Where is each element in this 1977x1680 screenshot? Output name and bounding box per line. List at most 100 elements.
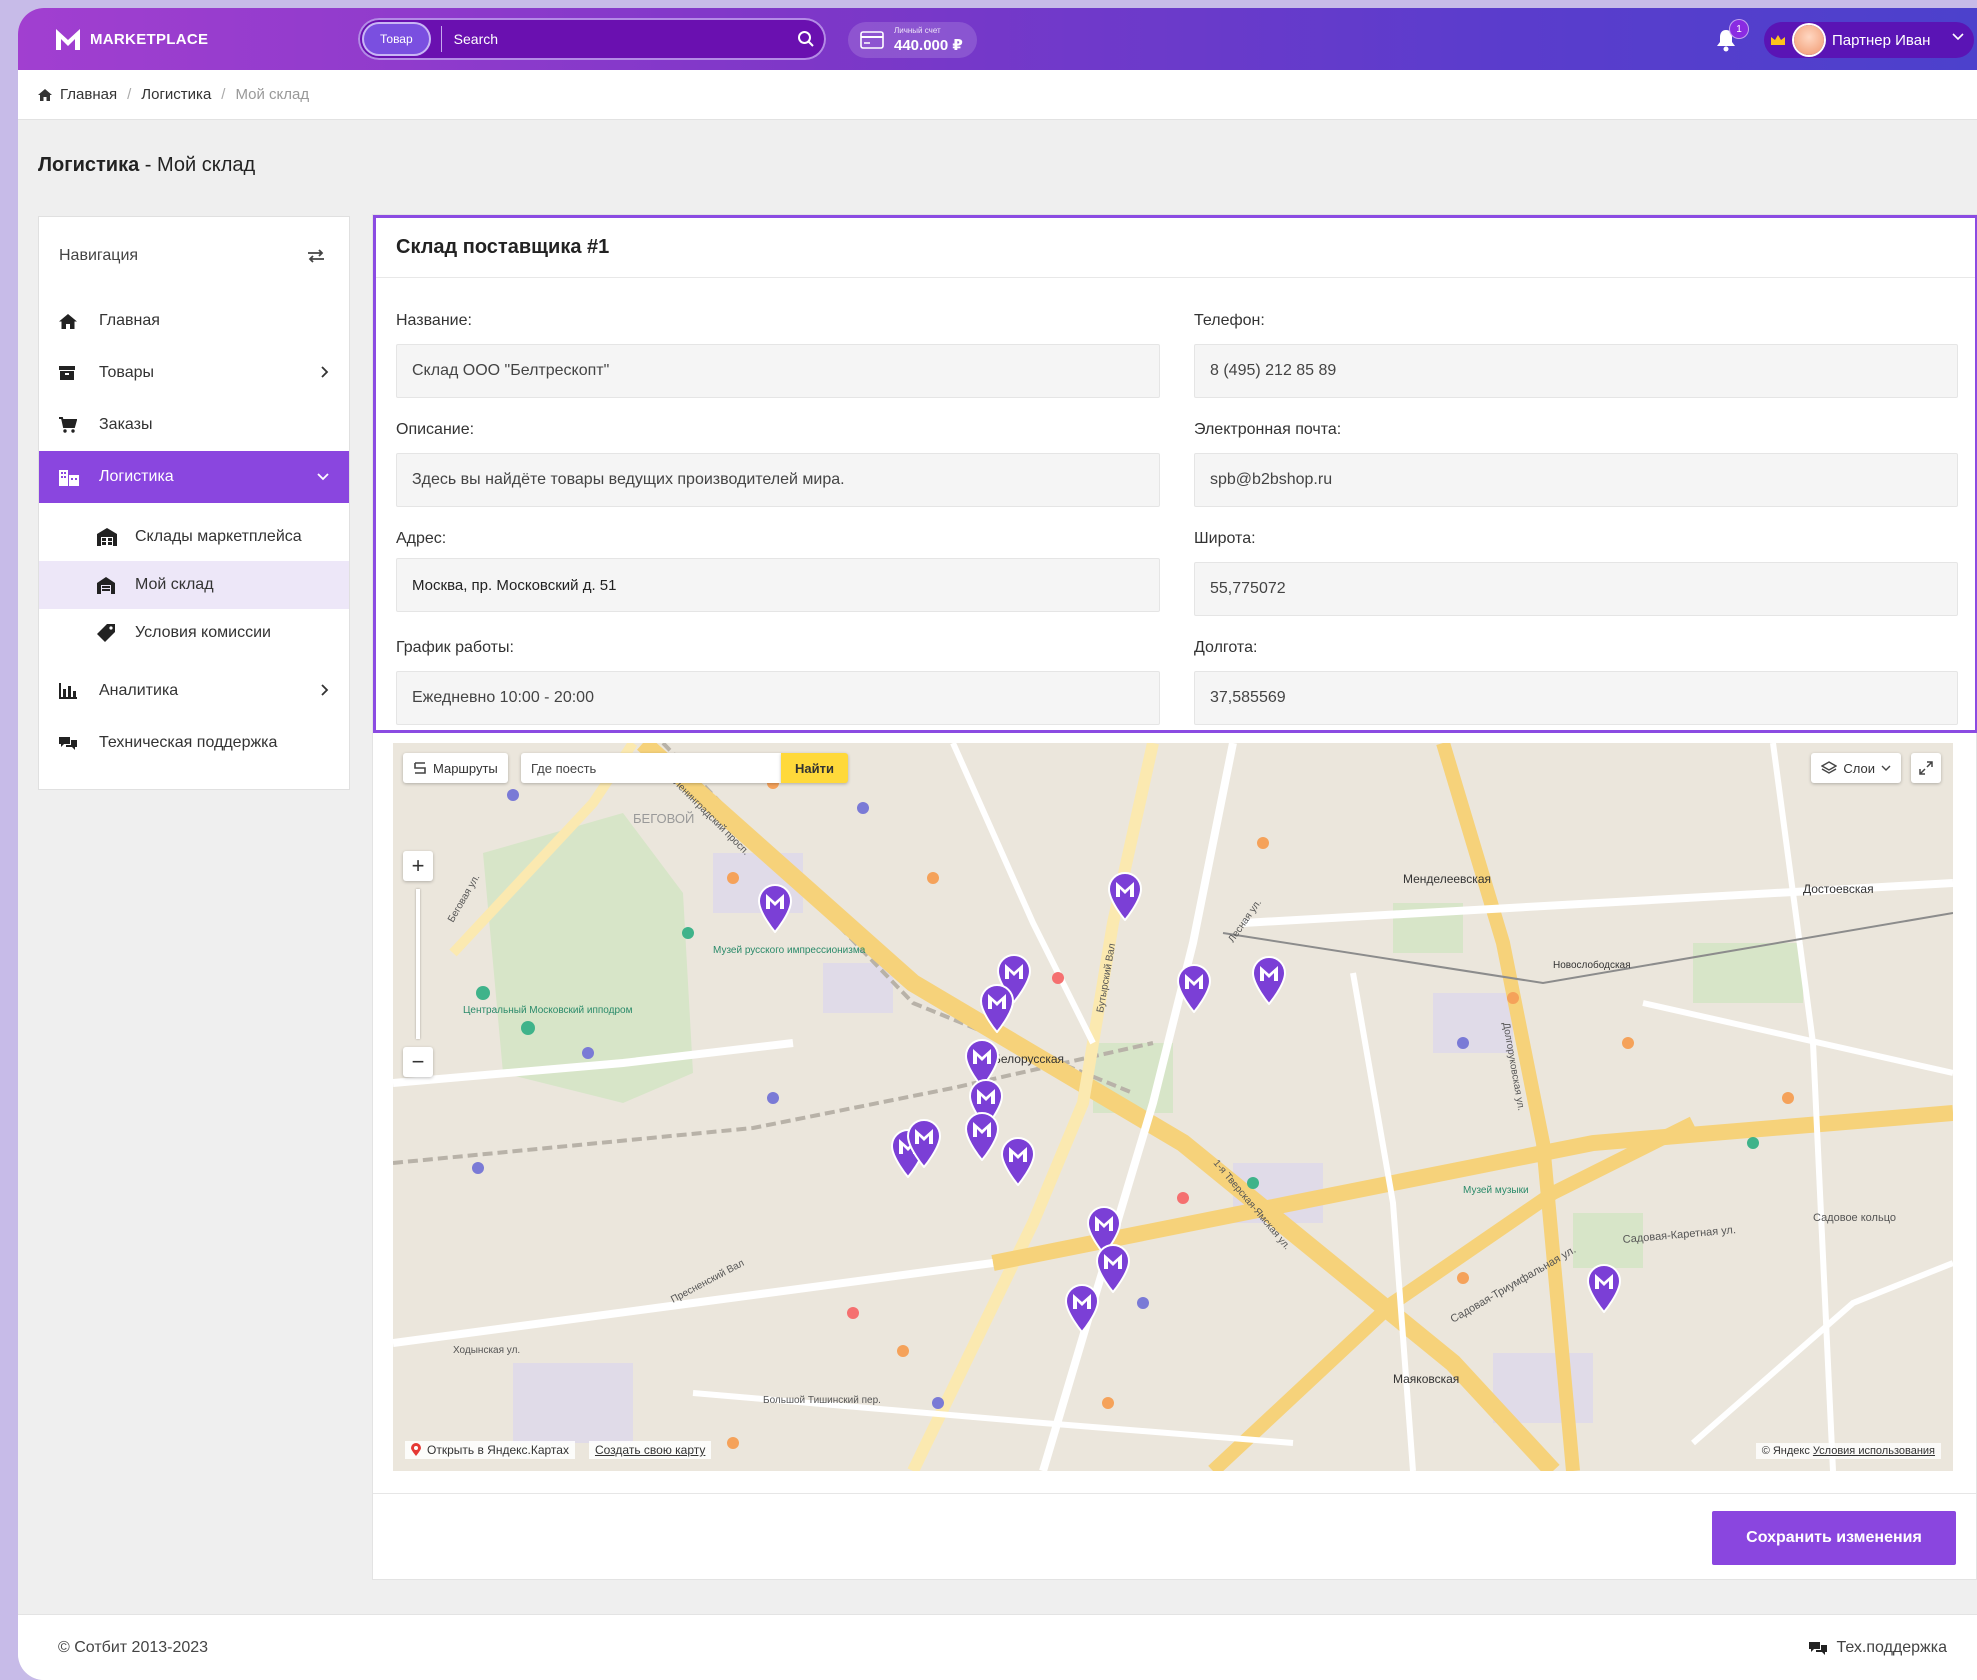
map-layers-button[interactable]: Слои — [1811, 753, 1901, 783]
my-warehouse-icon — [97, 576, 119, 594]
create-map-link[interactable]: Создать свою карту — [588, 1441, 712, 1459]
map-label: Садовое кольцо — [1813, 1212, 1896, 1224]
address-label: Адрес: — [396, 530, 447, 547]
warehouse-marker[interactable] — [1175, 963, 1213, 1013]
sidebar-subitem-marketplace-warehouses[interactable]: Склады маркетплейса — [39, 513, 349, 561]
warehouse-marker[interactable] — [756, 883, 794, 933]
account-balance[interactable]: Личный счет 440.000 ₽ — [848, 22, 977, 58]
panel-divider — [373, 1493, 1976, 1494]
map-label: Большой Тишинский пер. — [763, 1395, 881, 1406]
longitude-input[interactable]: 37,585569 — [1194, 671, 1958, 725]
swap-icon[interactable] — [307, 249, 325, 263]
map-fullscreen-button[interactable] — [1911, 753, 1941, 783]
chevron-right-icon — [321, 684, 329, 696]
name-input[interactable]: Склад ООО "Белтрескопт" — [396, 344, 1160, 398]
logo[interactable]: MARKETPLACE — [54, 26, 208, 52]
schedule-input[interactable]: Ежедневно 10:00 - 20:00 — [396, 671, 1160, 725]
sidebar-item-analytics[interactable]: Аналитика — [39, 665, 349, 717]
form-title: Склад поставщика #1 — [376, 218, 1975, 278]
latitude-input[interactable]: 55,775072 — [1194, 562, 1958, 616]
home-icon — [59, 313, 81, 329]
sidebar-header: Навигация — [39, 217, 349, 295]
map-footer-links: Открыть в Яндекс.Картах Создать свою кар… — [405, 1441, 712, 1459]
logo-text: MARKETPLACE — [90, 30, 209, 48]
warehouse-marker[interactable] — [1063, 1283, 1101, 1333]
sidebar-item-home[interactable]: Главная — [39, 295, 349, 347]
home-icon — [38, 88, 52, 101]
sidebar-item-logistics[interactable]: Логистика — [39, 451, 349, 503]
schedule-label: График работы: — [396, 639, 514, 656]
chevron-down-icon — [1952, 33, 1964, 41]
breadcrumb-current: Мой склад — [235, 86, 310, 103]
layers-icon — [1821, 761, 1838, 774]
search-icon — [798, 31, 814, 47]
notification-badge: 1 — [1730, 20, 1748, 38]
email-input[interactable]: spb@b2bshop.ru — [1194, 453, 1958, 507]
warehouse-marker[interactable] — [999, 1136, 1037, 1186]
warehouse-marker[interactable] — [978, 983, 1016, 1033]
sidebar-subitem-commission[interactable]: Условия комиссии — [39, 609, 349, 657]
warehouse-marker[interactable] — [963, 1111, 1001, 1161]
user-menu[interactable]: Партнер Иван — [1764, 22, 1974, 58]
address-input[interactable]: Москва, пр. Московский д. 51 — [396, 558, 1160, 612]
save-button[interactable]: Сохранить изменения — [1712, 1511, 1956, 1565]
sidebar-title: Навигация — [59, 247, 139, 264]
open-in-yandex-link[interactable]: Открыть в Яндекс.Картах — [405, 1441, 575, 1459]
map-label: Музей музыки — [1463, 1185, 1529, 1196]
search-separator — [440, 26, 442, 52]
warehouse-form: Склад поставщика #1 Название: Склад ООО … — [373, 215, 1977, 733]
zoom-slider[interactable] — [416, 889, 420, 1039]
map-label: Маяковская — [1393, 1372, 1459, 1386]
chevron-right-icon — [321, 366, 329, 378]
support-icon — [1808, 1641, 1827, 1655]
map-label: Достоевская — [1803, 882, 1874, 896]
sidebar-item-orders[interactable]: Заказы — [39, 399, 349, 451]
map-routes-button[interactable]: Маршруты — [403, 753, 508, 783]
map-find-button[interactable]: Найти — [781, 753, 848, 783]
warehouse-marker[interactable] — [1585, 1263, 1623, 1313]
sidebar-item-products[interactable]: Товары — [39, 347, 349, 399]
email-label: Электронная почта: — [1194, 421, 1342, 438]
description-input[interactable]: Здесь вы найдёте товары ведущих производ… — [396, 453, 1160, 507]
search-input[interactable] — [453, 31, 786, 47]
zoom-out-button[interactable]: − — [403, 1047, 433, 1077]
account-value: 440.000 ₽ — [894, 37, 963, 54]
chevron-down-icon — [1881, 765, 1891, 771]
search-bar: Товар — [358, 18, 826, 60]
map-label: Центральный Московский ипподром — [463, 1005, 633, 1016]
map-label: Музей русского импрессионизма — [713, 945, 866, 956]
map-tiles: БЕГОВОЙ Белорусская Менделеевская Достое… — [393, 743, 1953, 1471]
sidebar-subitem-my-warehouse[interactable]: Мой склад — [39, 561, 349, 609]
map-label: Новослободская — [1553, 959, 1631, 971]
yandex-map[interactable]: БЕГОВОЙ Белорусская Менделеевская Достое… — [393, 743, 1953, 1471]
map-label: Менделеевская — [1403, 872, 1491, 886]
warehouse-marker[interactable] — [1106, 871, 1144, 921]
warehouse-icon — [97, 528, 119, 546]
logo-icon — [56, 29, 80, 50]
map-search-input[interactable]: Где поесть — [521, 753, 781, 783]
warehouse-marker[interactable] — [905, 1118, 943, 1168]
zoom-in-button[interactable]: + — [403, 851, 433, 881]
longitude-label: Долгота: — [1194, 639, 1258, 656]
crown-icon — [1771, 35, 1785, 45]
footer-support-link[interactable]: Тех.поддержка — [1808, 1639, 1947, 1657]
map-terms-link[interactable]: Условия использования — [1813, 1445, 1935, 1457]
support-icon — [59, 735, 81, 751]
pin-icon — [411, 1443, 421, 1456]
map-zoom-control: + − — [403, 851, 433, 1077]
sidebar-item-support[interactable]: Техническая поддержка — [39, 717, 349, 769]
search-button[interactable] — [786, 19, 826, 59]
map-label: Белорусская — [993, 1052, 1064, 1066]
phone-input[interactable]: 8 (495) 212 85 89 — [1194, 344, 1958, 398]
breadcrumb: Главная / Логистика / Мой склад — [18, 70, 1977, 120]
cart-icon — [59, 417, 81, 433]
box-icon — [59, 366, 81, 380]
phone-label: Телефон: — [1194, 312, 1265, 329]
breadcrumb-logistics[interactable]: Логистика — [141, 86, 211, 103]
map-copyright: © Яндекс Условия использования — [1755, 1443, 1941, 1459]
route-icon — [414, 762, 426, 774]
warehouse-marker[interactable] — [1250, 955, 1288, 1005]
page-title: Логистика - Мой склад — [38, 154, 256, 176]
breadcrumb-home[interactable]: Главная — [60, 86, 117, 103]
search-category-select[interactable]: Товар — [362, 22, 431, 56]
